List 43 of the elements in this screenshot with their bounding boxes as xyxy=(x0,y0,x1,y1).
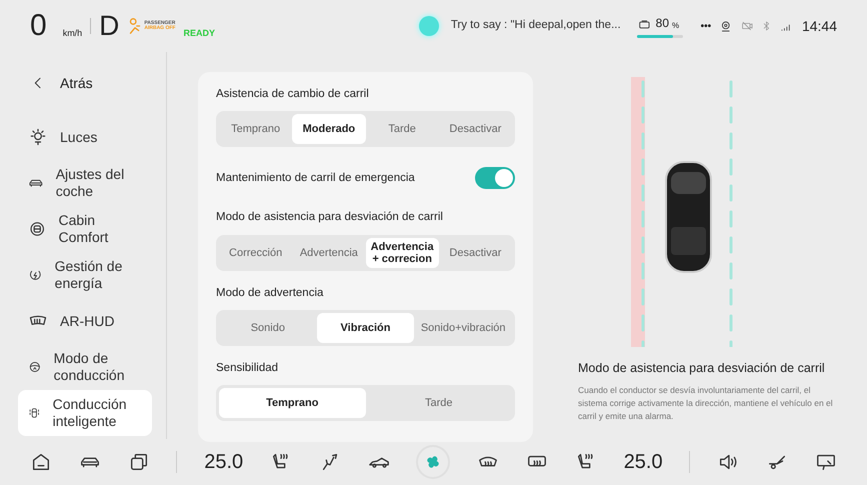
sidebar-item[interactable]: Modo de conducción xyxy=(18,344,152,390)
temperature-value[interactable]: 25.0 xyxy=(204,447,244,477)
setting-label: Modo de asistencia para desviación de carril xyxy=(216,210,444,226)
segment-option[interactable]: Temprano xyxy=(219,388,366,418)
home-icon[interactable] xyxy=(30,451,52,473)
segment-option[interactable]: Sonido xyxy=(219,312,317,343)
sidebar-item[interactable]: Cabin Comfort xyxy=(18,206,152,252)
sun-icon xyxy=(28,127,48,147)
segment-option[interactable]: Tarde xyxy=(366,388,512,418)
speed-value: 0 xyxy=(30,11,47,41)
sidebar-item[interactable]: Luces xyxy=(18,114,152,160)
segment-option[interactable]: Advertencia + correcion xyxy=(366,238,439,268)
segment-option[interactable]: Temprano xyxy=(219,114,292,144)
setting-label: Asistencia de cambio de carril xyxy=(216,87,370,102)
voice-hint: Try to say : "Hi deepal,open the... xyxy=(450,18,621,34)
more-menu[interactable]: ••• xyxy=(700,18,712,34)
segment-option[interactable]: Tarde xyxy=(366,114,439,144)
sidebar-item[interactable]: Gestión de energía xyxy=(18,252,152,298)
gear-indicator: D xyxy=(99,12,120,40)
sidebar-item[interactable]: AR-HUD xyxy=(18,298,152,344)
percent-sign: % xyxy=(672,20,680,32)
toggle-switch[interactable] xyxy=(475,167,515,190)
segment-option[interactable]: Sonido+vibración xyxy=(414,312,512,343)
segment-option[interactable]: Desactivar xyxy=(438,238,512,268)
setting-label: Sensibilidad xyxy=(216,360,280,376)
camera-off-icon xyxy=(740,19,754,33)
temperature-value[interactable]: 25.0 xyxy=(624,447,663,477)
sidebar-item[interactable]: Conducción inteligente xyxy=(18,390,152,436)
setting-label: Modo de advertencia xyxy=(216,286,324,300)
clock-time: 14:44 xyxy=(802,16,837,36)
segment-option[interactable]: Advertencia xyxy=(292,238,366,268)
info-description: Cuando el conductor se desvía involuntariamente del carril, el sistema corrige activamente la dirección, mantiene el vehículo en el carril y emite una alarma. xyxy=(578,384,834,423)
setting-label: Mantenimiento de carril de emergencia xyxy=(216,170,415,186)
info-title: Modo de asistencia para desviación de carril xyxy=(578,360,826,377)
segment-option[interactable]: Vibración xyxy=(316,312,414,343)
segment-option[interactable]: Corrección xyxy=(219,238,292,268)
speed-unit: km/h xyxy=(62,26,82,40)
sidebar-item[interactable]: Ajustes del coche xyxy=(18,160,152,206)
battery-percent: 80 xyxy=(656,15,670,32)
ready-indicator: READY xyxy=(183,26,215,40)
back-button[interactable]: Atrás xyxy=(18,60,152,106)
segment-option[interactable]: Desactivar xyxy=(438,114,512,144)
segment-option[interactable]: Moderado xyxy=(292,114,366,144)
